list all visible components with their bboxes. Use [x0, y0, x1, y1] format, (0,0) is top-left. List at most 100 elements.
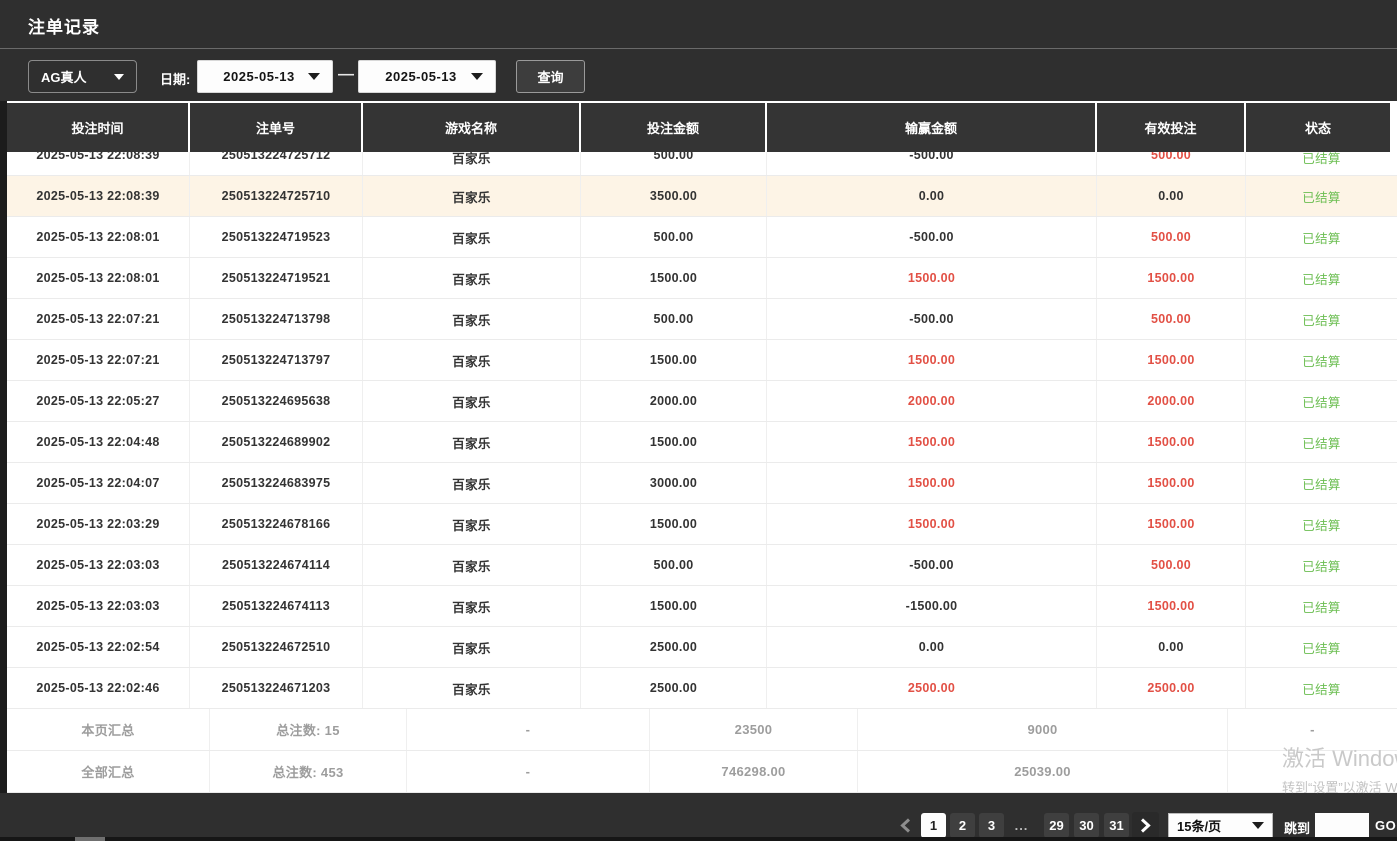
- table-row[interactable]: 2025-05-13 22:08:39250513224725712百家乐500…: [7, 152, 1397, 176]
- horizontal-scrollbar[interactable]: [0, 837, 1397, 841]
- table-row[interactable]: 2025-05-13 22:05:27250513224695638百家乐200…: [7, 381, 1397, 422]
- table-cell: 1500.00: [1097, 340, 1246, 380]
- page-ellipsis: ...: [1009, 813, 1034, 838]
- summary-cell: -: [1228, 709, 1397, 750]
- prev-page-button[interactable]: [893, 813, 918, 838]
- pagination-bar: 123...293031 15条/页 跳到 GO: [0, 793, 1397, 837]
- table-cell: 1500.00: [581, 586, 767, 626]
- table-cell: 2025-05-13 22:08:39: [7, 176, 190, 216]
- table-row[interactable]: 2025-05-13 22:07:21250513224713798百家乐500…: [7, 299, 1397, 340]
- jump-to-page-input[interactable]: [1315, 813, 1369, 838]
- date-from-picker[interactable]: 2025-05-13: [197, 60, 333, 93]
- table-cell: 250513224695638: [190, 381, 363, 421]
- table-cell: 3500.00: [581, 176, 767, 216]
- table-cell: -500.00: [767, 299, 1097, 339]
- summary-row: 本页汇总总注数: 15-235009000-: [7, 709, 1397, 751]
- table-cell: 1500.00: [767, 340, 1097, 380]
- table-cell: 2025-05-13 22:03:29: [7, 504, 190, 544]
- table-row[interactable]: 2025-05-13 22:02:46250513224671203百家乐250…: [7, 668, 1397, 709]
- table-cell: 2025-05-13 22:08:39: [7, 152, 190, 175]
- table-header-row: 投注时间注单号游戏名称投注金额输赢金额有效投注状态: [7, 103, 1390, 152]
- table-cell: 250513224719521: [190, 258, 363, 298]
- table-row[interactable]: 2025-05-13 22:03:03250513224674113百家乐150…: [7, 586, 1397, 627]
- summary-cell: 总注数: 15: [210, 709, 407, 750]
- page-button-30[interactable]: 30: [1074, 813, 1099, 838]
- title-bar: 注单记录: [0, 0, 1397, 48]
- table-cell: 已结算: [1246, 258, 1397, 298]
- table-cell: 500.00: [581, 299, 767, 339]
- table-cell: 1500.00: [1097, 504, 1246, 544]
- bet-records-window: 注单记录 AG真人 日期: 2025-05-13 — 2025-05-13 查询…: [0, 0, 1397, 841]
- next-page-button[interactable]: [1132, 812, 1159, 839]
- table-cell: 已结算: [1246, 586, 1397, 626]
- table-row[interactable]: 2025-05-13 22:08:01250513224719523百家乐500…: [7, 217, 1397, 258]
- table-cell: 0.00: [1097, 176, 1246, 216]
- table-cell: 500.00: [581, 545, 767, 585]
- table-row[interactable]: 2025-05-13 22:04:07250513224683975百家乐300…: [7, 463, 1397, 504]
- table-cell: 已结算: [1246, 422, 1397, 462]
- table-cell: 250513224674114: [190, 545, 363, 585]
- horizontal-scrollbar-thumb[interactable]: [75, 837, 105, 841]
- column-header: 投注时间: [7, 103, 190, 152]
- table-cell: 百家乐: [363, 258, 581, 298]
- table-cell: 500.00: [581, 152, 767, 175]
- query-button[interactable]: 查询: [516, 60, 585, 93]
- page-button-1[interactable]: 1: [921, 813, 946, 838]
- table-row[interactable]: 2025-05-13 22:03:29250513224678166百家乐150…: [7, 504, 1397, 545]
- table-cell: 2500.00: [581, 627, 767, 667]
- table-cell: 百家乐: [363, 217, 581, 257]
- summary-cell: 9000: [858, 709, 1228, 750]
- date-label: 日期:: [160, 69, 190, 88]
- table-left-gutter: [0, 101, 7, 793]
- table-cell: 1500.00: [767, 258, 1097, 298]
- summary-cell: 746298.00: [650, 751, 858, 792]
- table-cell: 百家乐: [363, 299, 581, 339]
- table-cell: 250513224683975: [190, 463, 363, 503]
- table-row[interactable]: 2025-05-13 22:08:01250513224719521百家乐150…: [7, 258, 1397, 299]
- page-button-29[interactable]: 29: [1044, 813, 1069, 838]
- summary-cell: 总注数: 453: [210, 751, 407, 792]
- table-cell: 百家乐: [363, 152, 581, 175]
- table-cell: 250513224689902: [190, 422, 363, 462]
- table-cell: 1500.00: [1097, 258, 1246, 298]
- page-button-31[interactable]: 31: [1104, 813, 1129, 838]
- table-cell: 2025-05-13 22:07:21: [7, 340, 190, 380]
- date-to-picker[interactable]: 2025-05-13: [358, 60, 496, 93]
- table-cell: -500.00: [767, 152, 1097, 175]
- page-size-value: 15条/页: [1177, 816, 1221, 835]
- game-category-select[interactable]: AG真人: [28, 60, 137, 93]
- table-cell: 百家乐: [363, 545, 581, 585]
- table-cell: 百家乐: [363, 586, 581, 626]
- table-row[interactable]: 2025-05-13 22:04:48250513224689902百家乐150…: [7, 422, 1397, 463]
- column-header: 有效投注: [1097, 103, 1246, 152]
- table-cell: 1500.00: [581, 504, 767, 544]
- table-cell: 2000.00: [1097, 381, 1246, 421]
- table-cell: 1500.00: [1097, 422, 1246, 462]
- table-cell: 1500.00: [767, 463, 1097, 503]
- table-row[interactable]: 2025-05-13 22:02:54250513224672510百家乐250…: [7, 627, 1397, 668]
- table-cell: 已结算: [1246, 176, 1397, 216]
- table-cell: 1500.00: [1097, 463, 1246, 503]
- table-cell: 2025-05-13 22:08:01: [7, 217, 190, 257]
- table-cell: 已结算: [1246, 627, 1397, 667]
- table-cell: 500.00: [581, 217, 767, 257]
- table-cell: 1500.00: [581, 258, 767, 298]
- chevron-down-icon: [1252, 822, 1264, 829]
- chevron-down-icon: [308, 73, 320, 80]
- go-button[interactable]: GO: [1375, 818, 1396, 833]
- table-cell: 2025-05-13 22:08:01: [7, 258, 190, 298]
- page-button-2[interactable]: 2: [950, 813, 975, 838]
- chevron-down-icon: [114, 74, 124, 80]
- table-row[interactable]: 2025-05-13 22:07:21250513224713797百家乐150…: [7, 340, 1397, 381]
- page-size-select[interactable]: 15条/页: [1168, 813, 1273, 838]
- table-row[interactable]: 2025-05-13 22:03:03250513224674114百家乐500…: [7, 545, 1397, 586]
- table-cell: 1500.00: [1097, 586, 1246, 626]
- table-cell: 0.00: [767, 176, 1097, 216]
- page-button-3[interactable]: 3: [979, 813, 1004, 838]
- table-cell: 百家乐: [363, 627, 581, 667]
- table-row[interactable]: 2025-05-13 22:08:39250513224725710百家乐350…: [7, 176, 1397, 217]
- chevron-left-icon: [900, 818, 911, 833]
- game-category-value: AG真人: [41, 67, 87, 86]
- table-cell: 0.00: [767, 627, 1097, 667]
- table-cell: 250513224671203: [190, 668, 363, 708]
